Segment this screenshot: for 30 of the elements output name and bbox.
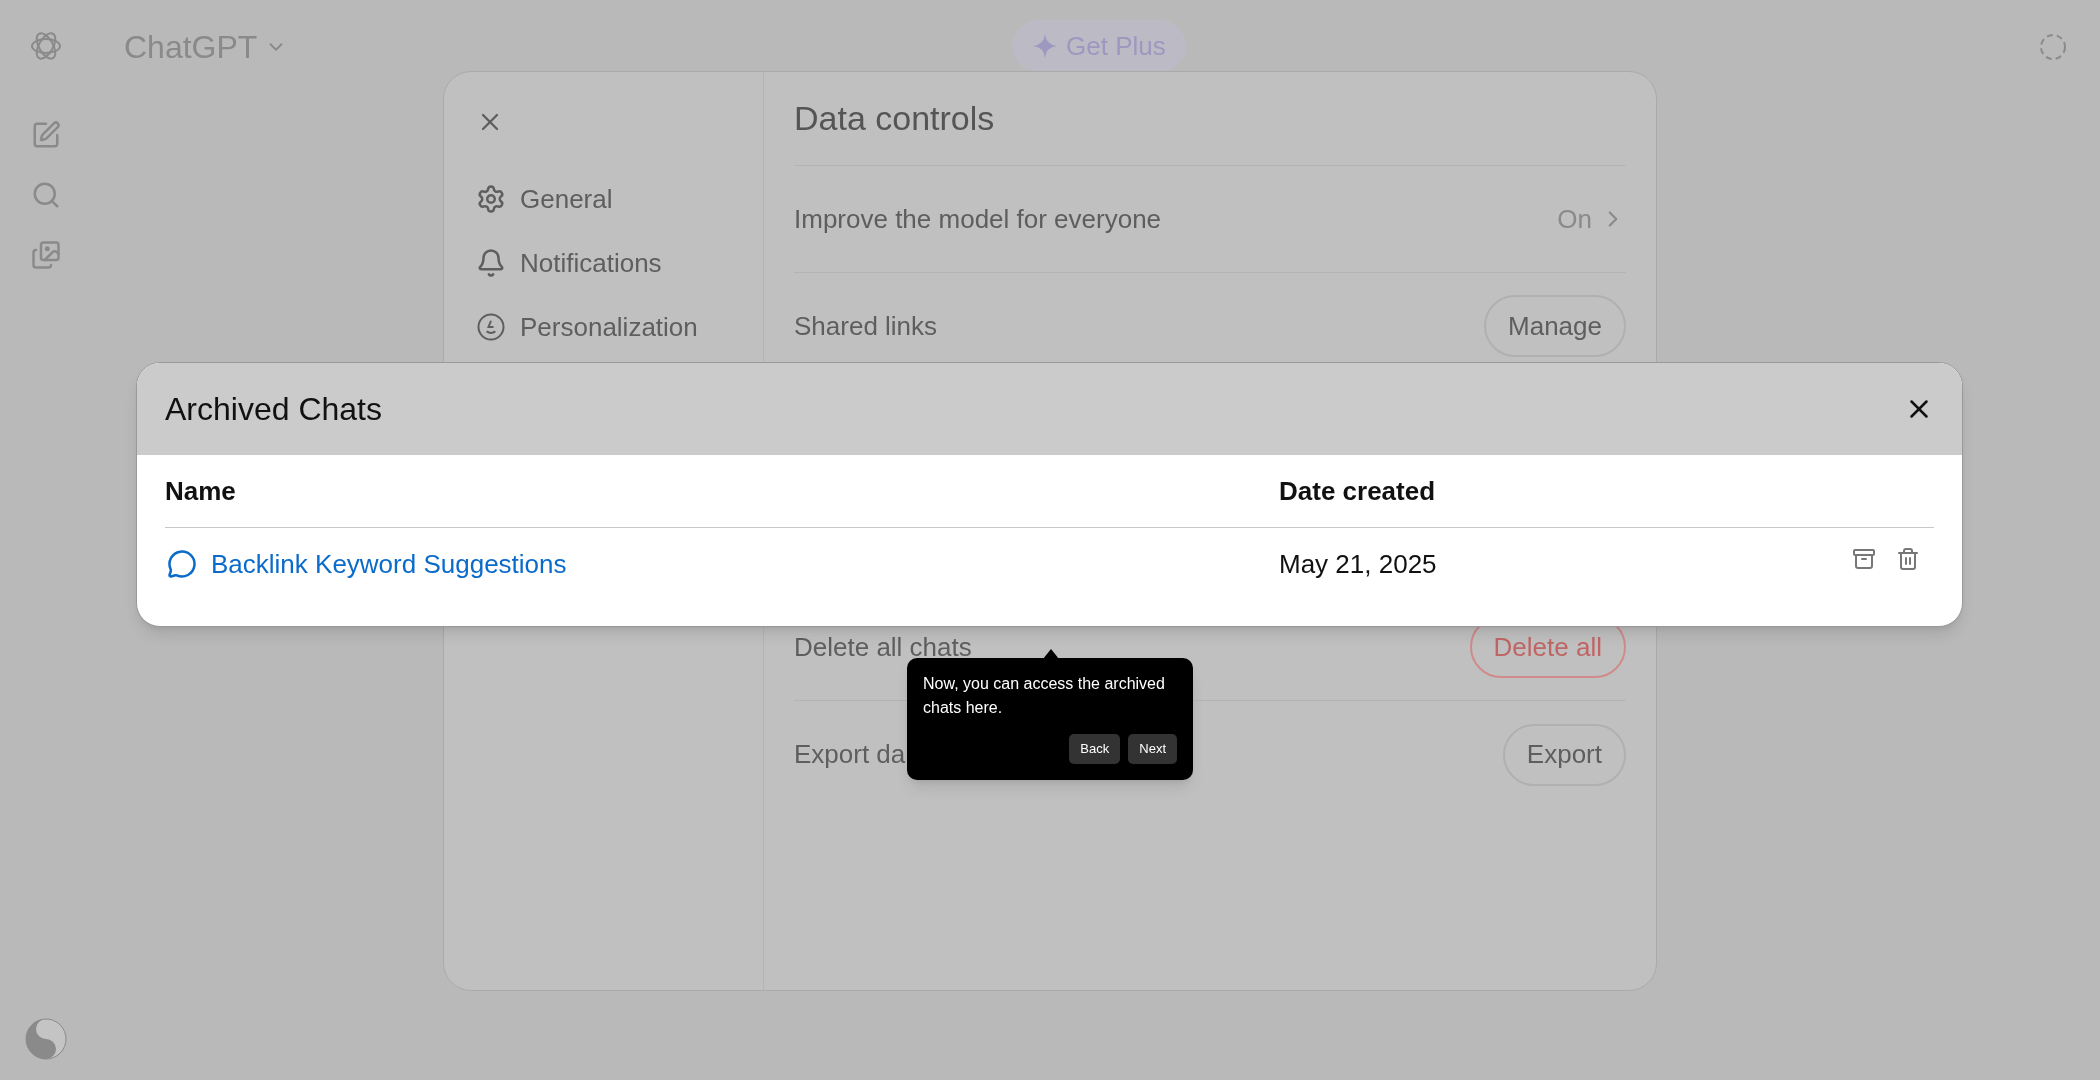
dialog-title: Archived Chats <box>165 390 382 429</box>
images-icon[interactable] <box>31 240 61 270</box>
setting-label: Shared links <box>794 309 938 343</box>
chat-link[interactable]: Backlink Keyword Suggestions <box>211 544 567 584</box>
settings-nav-item[interactable]: Notifications <box>476 238 731 288</box>
search-icon[interactable] <box>31 180 61 210</box>
gear-icon <box>476 184 506 214</box>
unarchive-icon[interactable] <box>1852 547 1876 571</box>
chat-bubble-icon <box>167 549 197 579</box>
new-chat-icon[interactable] <box>31 120 61 150</box>
bell-icon <box>476 248 506 278</box>
settings-nav-item[interactable]: Personalization <box>476 302 731 352</box>
smile-icon <box>476 312 506 342</box>
yin-yang-icon[interactable] <box>25 1018 67 1060</box>
setting-action-button[interactable]: Manage <box>1484 295 1626 357</box>
setting-label: Improve the model for everyone <box>794 202 1162 236</box>
tour-button[interactable]: Next <box>1128 734 1177 764</box>
section-title: Data controls <box>794 98 995 139</box>
setting-label: Delete all chats <box>794 630 972 664</box>
tour-button[interactable]: Back <box>1069 734 1121 764</box>
tooltip-text: Now, you can access the archived chats here. <box>923 674 1166 718</box>
sparkle-icon <box>1032 33 1058 59</box>
settings-nav-item[interactable]: General <box>476 174 731 224</box>
trash-icon[interactable] <box>1896 547 1920 571</box>
date-cell-text: May 21, 2025 <box>1279 547 1437 581</box>
setting-label: Export da <box>794 738 906 771</box>
setting-action-button[interactable]: Export <box>1502 723 1626 786</box>
column-header: Name <box>165 474 237 508</box>
column-header: Date created <box>1279 474 1436 508</box>
temporary-chat-icon[interactable] <box>2038 32 2068 62</box>
